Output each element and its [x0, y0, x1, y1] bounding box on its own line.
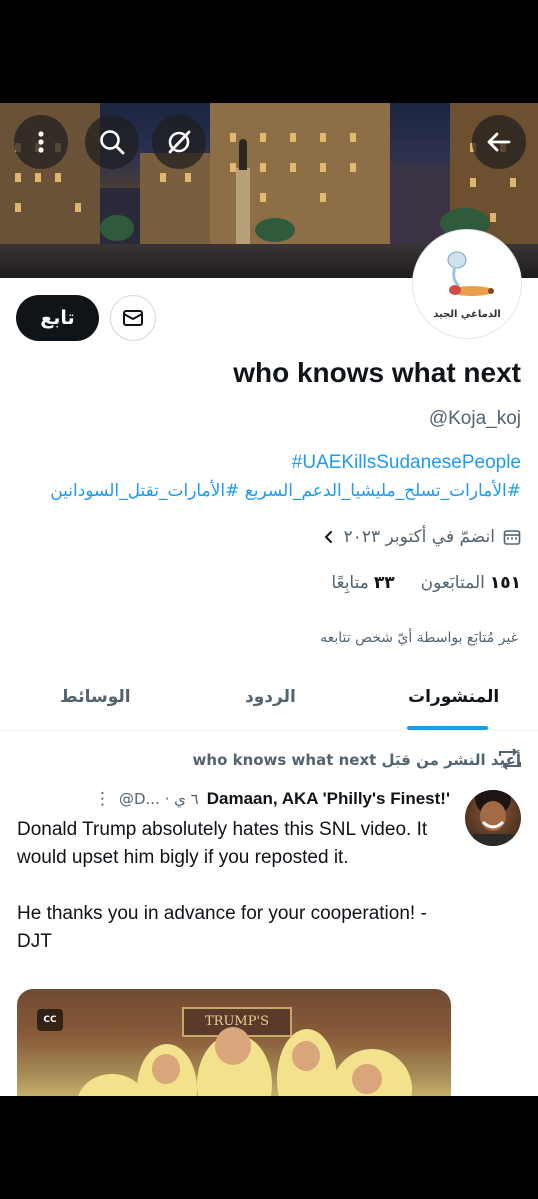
- bio-hashtag-link[interactable]: #UAEKillsSudanesePeople: [292, 452, 521, 474]
- following-label: متابِعًا: [331, 573, 369, 593]
- user-handle: @Koja_koj: [428, 408, 521, 429]
- follow-stats: ١٥١المتابَعون ٣٣متابِعًا: [331, 573, 521, 593]
- video-face: [292, 1041, 320, 1071]
- envelope-icon: [123, 310, 143, 326]
- post-meta: @D... · ٦ ي: [118, 790, 199, 808]
- followers-stat[interactable]: ١٥١المتابَعون: [421, 573, 521, 593]
- calendar-icon: [503, 530, 521, 545]
- avatar-caption: الدماغي الجيد: [433, 309, 501, 320]
- author-portrait: [473, 790, 513, 846]
- repost-indicator[interactable]: أعيد النشر من قبَل who knows what next: [193, 751, 521, 769]
- post-author-name[interactable]: Damaan, AKA 'Philly's Finest!': [207, 789, 450, 809]
- followers-label: المتابَعون: [420, 573, 485, 593]
- status-bar-area: [0, 0, 538, 103]
- profile-tabs: المنشورات الردود الوسائط: [0, 675, 538, 731]
- followers-count: ١٥١: [489, 573, 521, 593]
- post-paragraph: He thanks you in advance for your cooper…: [17, 903, 427, 952]
- post-paragraph: Donald Trump absolutely hates this SNL v…: [17, 819, 428, 868]
- not-followed-notice: غير مُتابَع بواسطة أيّ شخص تتابعه: [320, 630, 518, 646]
- tab-media[interactable]: الوسائط: [60, 687, 131, 707]
- tab-posts[interactable]: المنشورات: [408, 687, 499, 707]
- profile-avatar[interactable]: الدماغي الجيد: [413, 230, 521, 338]
- post-text: Donald Trump absolutely hates this SNL v…: [17, 816, 457, 984]
- more-options-button[interactable]: [14, 115, 68, 169]
- back-button[interactable]: [472, 115, 526, 169]
- post-author-avatar[interactable]: [465, 790, 521, 846]
- chevron-left-icon[interactable]: [322, 530, 336, 544]
- banner-tree: [100, 215, 134, 241]
- more-vertical-icon: [38, 131, 44, 153]
- display-name: who knows what next: [233, 357, 521, 388]
- grok-button[interactable]: [152, 115, 206, 169]
- joined-text: انضمّ في أكتوبر ٢٠٢٣: [343, 527, 495, 547]
- post-header: ⋮ @D... · ٦ ي Damaan, AKA 'Philly's Fine…: [94, 789, 450, 809]
- search-button[interactable]: [85, 115, 139, 169]
- post-video[interactable]: TRUMP'S CC: [17, 989, 451, 1096]
- closed-captions-icon[interactable]: CC: [37, 1009, 63, 1031]
- bio-hashtags-arabic[interactable]: #الأمارات_تسلح_مليشيا_الدعم_السريع #الأم…: [50, 481, 521, 501]
- follow-button[interactable]: تابع: [16, 295, 99, 341]
- navigation-bar-area: [0, 1096, 538, 1199]
- banner-tree: [255, 218, 295, 242]
- slash-circle-icon: [168, 130, 191, 154]
- active-tab-indicator: [407, 726, 488, 730]
- message-button[interactable]: [110, 295, 156, 341]
- video-face: [152, 1054, 180, 1084]
- arrow-left-icon: [487, 132, 511, 152]
- search-icon: [100, 130, 125, 155]
- video-face: [352, 1064, 382, 1094]
- video-face: [215, 1027, 251, 1065]
- post-more-icon[interactable]: ⋮: [94, 789, 111, 809]
- joined-date: انضمّ في أكتوبر ٢٠٢٣: [322, 527, 521, 547]
- banner-monument: [236, 139, 250, 248]
- following-stat[interactable]: ٣٣متابِعًا: [331, 573, 394, 593]
- tab-replies[interactable]: الردود: [245, 687, 296, 707]
- profile-screen: الدماغي الجيد تابع who knows what next @…: [0, 103, 538, 1096]
- following-count: ٣٣: [373, 573, 395, 593]
